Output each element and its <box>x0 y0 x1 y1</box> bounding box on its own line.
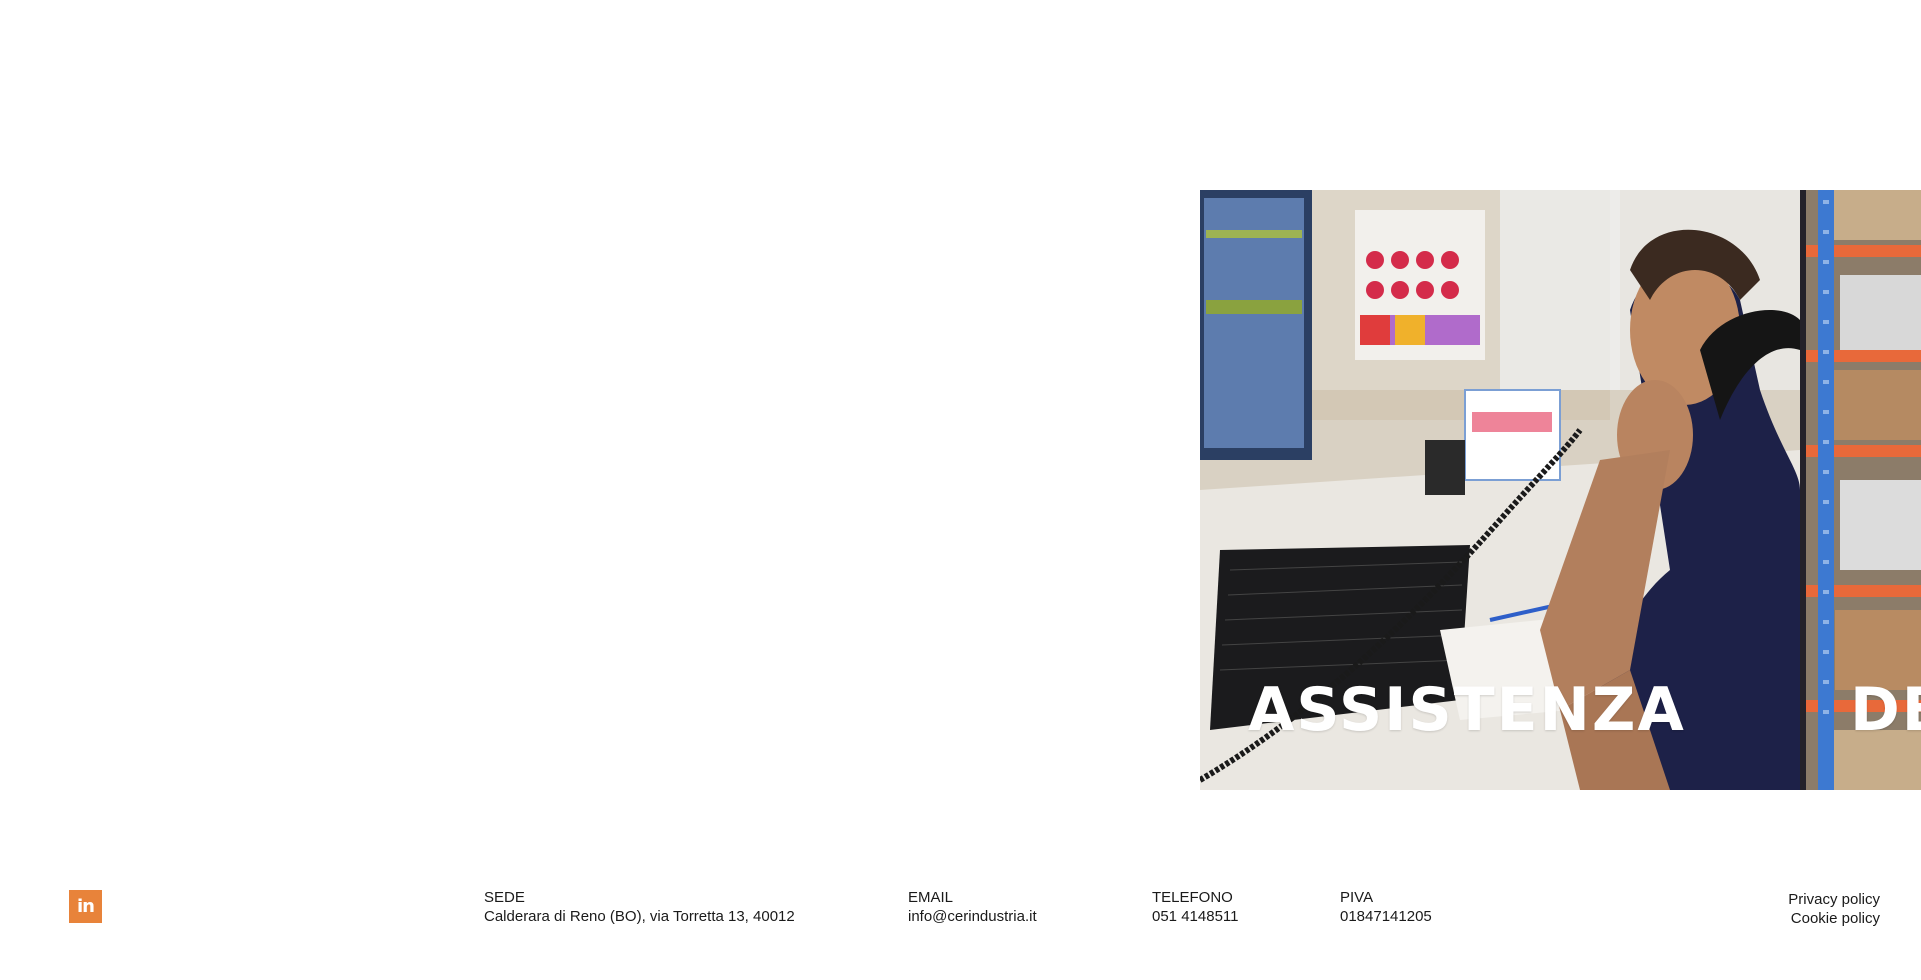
telefono-link[interactable]: 051 4148511 <box>1152 907 1238 926</box>
slide-title-partial[interactable]: DE <box>1850 680 1921 740</box>
sede-label: SEDE <box>484 889 525 906</box>
image-slider[interactable]: ASSISTENZA D <box>1200 190 1921 790</box>
piva-label: PIVA <box>1340 889 1374 906</box>
linkedin-icon-label: in <box>77 896 95 917</box>
email-link[interactable]: info@cerindustria.it <box>908 907 1037 926</box>
slide-title-assistenza[interactable]: ASSISTENZA <box>1248 680 1686 740</box>
legal-links: Privacy policy Cookie policy <box>1788 890 1880 928</box>
site-footer: in SEDE Calderara di Reno (BO), via Torr… <box>0 880 1921 950</box>
footer-sede: SEDE Calderara di Reno (BO), via Torrett… <box>484 888 795 926</box>
piva-value: 01847141205 <box>1340 908 1432 925</box>
footer-telefono: TELEFONO 051 4148511 <box>1152 888 1238 926</box>
sede-address: Calderara di Reno (BO), via Torretta 13,… <box>484 908 795 925</box>
slide-warehouse[interactable]: DE <box>1800 190 1921 790</box>
slide-assistenza[interactable]: ASSISTENZA <box>1200 190 1800 790</box>
privacy-policy-link[interactable]: Privacy policy <box>1788 890 1880 909</box>
footer-piva: PIVA 01847141205 <box>1340 888 1432 926</box>
linkedin-icon[interactable]: in <box>69 890 102 923</box>
cookie-policy-link[interactable]: Cookie policy <box>1788 909 1880 928</box>
email-label: EMAIL <box>908 889 954 906</box>
footer-email: EMAIL info@cerindustria.it <box>908 888 1037 926</box>
telefono-label: TELEFONO <box>1152 889 1233 906</box>
